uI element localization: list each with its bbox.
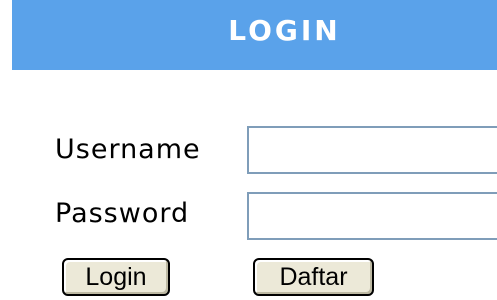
register-button[interactable]: Daftar <box>253 258 374 296</box>
password-input[interactable] <box>247 192 497 240</box>
username-input[interactable] <box>247 126 497 174</box>
password-label: Password <box>55 198 190 229</box>
login-button[interactable]: Login <box>62 258 170 296</box>
username-label: Username <box>55 134 201 165</box>
login-header-bar: LOGIN <box>12 0 497 70</box>
login-title: LOGIN <box>228 13 341 47</box>
login-page: LOGIN Username Password Login Daftar <box>0 0 497 300</box>
